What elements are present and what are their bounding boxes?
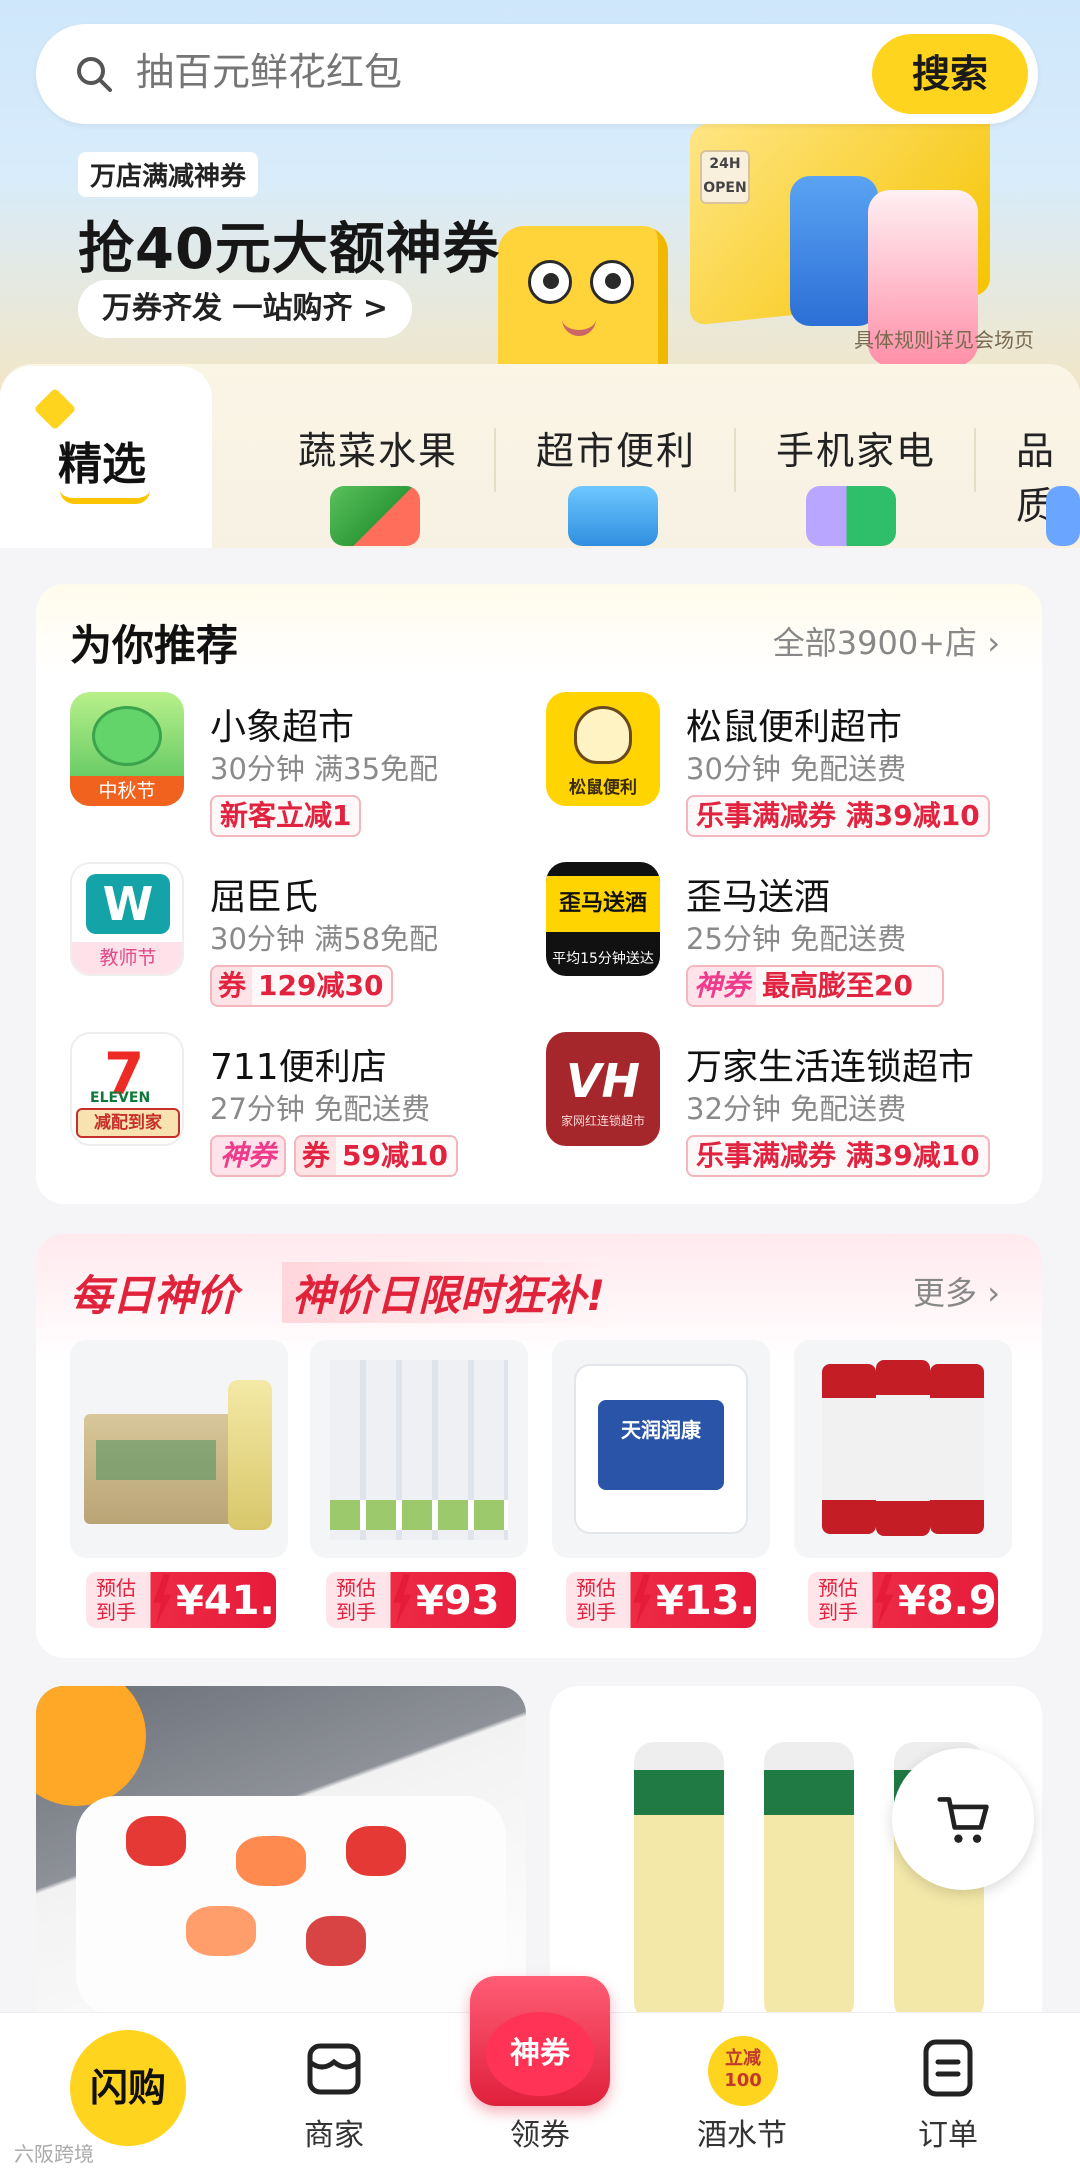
store-logo-songshu[interactable]: 松鼠便利 <box>546 692 660 806</box>
watsons-w-icon: W <box>86 874 170 934</box>
store-name[interactable]: 小象超市 <box>210 698 354 750</box>
price-tag: 预估到手 ¥13.5 <box>566 1572 783 1628</box>
product-water-bottles[interactable] <box>310 1340 528 1558</box>
store-tag: 神券 <box>210 1135 287 1177</box>
order-list-icon <box>923 2039 973 2097</box>
search-icon <box>77 57 112 92</box>
store-tag: 乐事满减券 满39减10 <box>686 1135 990 1177</box>
store-tag: 神券 最高膨至20 <box>686 965 944 1007</box>
tab-wine-festival[interactable]: 酒水节 <box>682 2110 802 2154</box>
store-meta: 25分钟 免配送费 <box>686 922 907 956</box>
price-tag: 预估到手 ¥93 <box>326 1572 516 1628</box>
category-divider <box>494 428 496 492</box>
store-meta: 32分钟 免配送费 <box>686 1092 907 1126</box>
store-icon <box>307 2043 361 2095</box>
wine-festival-badge: 立减100 <box>708 2036 778 2106</box>
store-name[interactable]: 歪马送酒 <box>686 868 830 920</box>
category-fruits-veg[interactable]: 蔬菜水果 <box>298 420 458 475</box>
lightning-icon <box>633 1574 652 1626</box>
search-input[interactable] <box>136 50 786 94</box>
category-featured[interactable]: 精选 <box>0 366 212 548</box>
feed-image-fruit-yogurt[interactable] <box>36 1686 526 2016</box>
category-divider <box>974 428 976 492</box>
store-name[interactable]: 711便利店 <box>210 1038 387 1090</box>
store-meta: 30分钟 满58免配 <box>210 922 439 956</box>
underline-swoosh <box>60 490 150 504</box>
store-name[interactable]: 屈臣氏 <box>210 868 318 920</box>
tab-coupon[interactable]: 领券 <box>480 2110 600 2154</box>
banner-subtitle-button[interactable]: 万券齐发 一站购齐 > <box>78 280 413 338</box>
store-logo-xiaoxiang[interactable]: 中秋节 <box>70 692 184 806</box>
tab-orders[interactable]: 订单 <box>888 2110 1008 2154</box>
banner-title: 抢40元大额神券 <box>78 217 500 282</box>
deals-slogan: 神价日限时狂补! <box>282 1262 616 1323</box>
squirrel-icon <box>574 706 632 764</box>
store-meta: 27分钟 免配送费 <box>210 1092 431 1126</box>
deals-more-link[interactable]: 更多 › <box>913 1268 1000 1314</box>
store-name[interactable]: 万家生活连锁超市 <box>686 1038 974 1090</box>
cart-button[interactable] <box>892 1748 1034 1890</box>
store-tag: 乐事满减券 满39减10 <box>686 795 990 837</box>
store-name[interactable]: 松鼠便利超市 <box>686 698 902 750</box>
store-meta: 30分钟 免配送费 <box>686 752 907 786</box>
search-bar[interactable]: 搜索 <box>36 24 1038 124</box>
open-24h-sign: 24H OPEN <box>700 150 750 204</box>
store-meta: 30分钟 满35免配 <box>210 752 439 786</box>
phone-icon <box>806 486 896 546</box>
detergent-bottle-icon <box>790 176 878 326</box>
product-yogurt-tub[interactable]: 天润润康 <box>552 1340 770 1558</box>
category-divider <box>734 428 736 492</box>
store-logo-waima[interactable]: 歪马送酒 平均15分钟送达 <box>546 862 660 976</box>
product-tea-box[interactable] <box>70 1340 288 1558</box>
recommend-title: 为你推荐 <box>70 621 239 670</box>
product-beer-cans[interactable] <box>794 1340 1012 1558</box>
store-logo-watsons[interactable]: W 教师节 <box>70 862 184 976</box>
lightning-icon <box>875 1574 894 1626</box>
category-featured-label: 精选 <box>58 439 146 490</box>
lightning-icon <box>393 1574 412 1626</box>
store-tag: 新客立减1 <box>210 795 362 837</box>
price-tag: 预估到手 ¥41.9 <box>86 1572 303 1628</box>
recommend-all-link[interactable]: 全部3900+店 › <box>773 618 1000 664</box>
coupon-badge[interactable]: 神券 <box>470 1976 610 2106</box>
appliance-icon <box>1046 486 1080 546</box>
category-supermarket[interactable]: 超市便利 <box>536 420 696 475</box>
deals-title: 每日神价 <box>70 1271 239 1320</box>
search-button[interactable]: 搜索 <box>872 34 1028 114</box>
sparkle-icon <box>33 387 77 431</box>
price-tag: 预估到手 ¥8.9 <box>808 1572 998 1628</box>
cart-icon <box>937 1797 989 1843</box>
tab-flash-buy[interactable]: 闪购 <box>70 2030 186 2146</box>
store-tag: 券 59减10 <box>294 1135 458 1177</box>
elephant-icon <box>92 706 162 766</box>
vegetables-icon <box>330 486 420 546</box>
watermark: 六阪跨境 <box>14 2142 94 2166</box>
store-logo-wanjia[interactable]: VH 家网红连锁超市 <box>546 1032 660 1146</box>
store-logo-711[interactable]: 7 ELEVEN 减配到家 <box>70 1032 184 1146</box>
banner-note: 具体规则详见会场页 <box>854 328 1034 352</box>
banner-tag: 万店满减神券 <box>78 152 259 197</box>
shopping-basket-icon <box>568 486 658 546</box>
tab-merchant[interactable]: 商家 <box>274 2110 394 2154</box>
lightning-icon <box>153 1574 172 1626</box>
category-electronics[interactable]: 手机家电 <box>776 420 936 475</box>
store-tag: 券 129减30 <box>210 965 394 1007</box>
